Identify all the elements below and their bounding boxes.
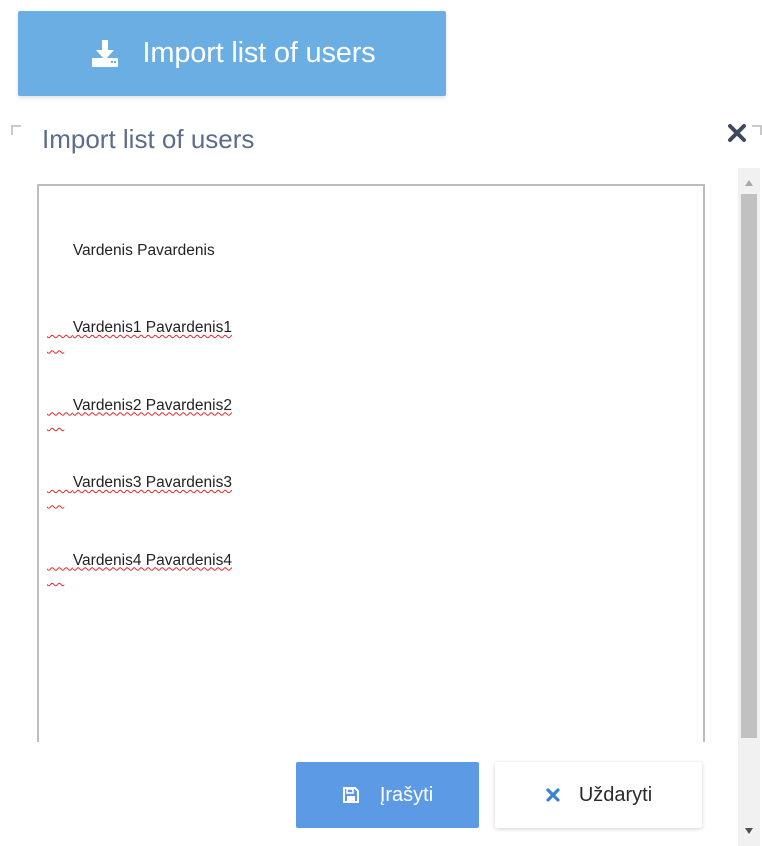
scroll-down-arrow-icon[interactable]	[738, 822, 760, 840]
textarea-line-text: Vardenis4 Pavardenis4	[72, 551, 232, 569]
textarea-line: Vardenis3 Pavardenis3	[47, 460, 695, 507]
import-button-label: Import list of users	[142, 37, 376, 69]
close-button-label: Uždaryti	[578, 783, 653, 806]
floppy-disk-icon	[342, 786, 360, 804]
save-button-label: Įrašyti	[379, 783, 434, 806]
dialog-corner-top-right	[752, 125, 762, 135]
textarea-line: Vardenis4 Pavardenis4	[47, 537, 695, 584]
close-icon	[545, 787, 561, 803]
textarea-line-text: Vardenis1 Pavardenis1	[72, 319, 232, 336]
textarea-line: Vardenis1 Pavardenis1	[47, 305, 695, 352]
close-icon[interactable]	[725, 121, 749, 145]
download-icon	[89, 38, 121, 70]
dialog-title: Import list of users	[42, 124, 255, 154]
page-root: Import list of users Import list of user…	[0, 0, 762, 846]
textarea-line-text: Vardenis3 Pavardenis3	[72, 474, 232, 491]
dialog-corner-top-left	[11, 125, 21, 135]
close-button[interactable]: Uždaryti	[495, 762, 702, 828]
textarea-line: Vardenis Pavardenis	[47, 227, 695, 274]
scroll-up-arrow-icon[interactable]	[738, 174, 760, 192]
import-list-of-users-button[interactable]: Import list of users	[18, 11, 446, 96]
textarea-line: Vardenis2 Pavardenis2	[47, 382, 695, 429]
textarea-line-text: Vardenis Pavardenis	[72, 241, 215, 259]
scrollbar-thumb[interactable]	[741, 194, 757, 738]
save-button[interactable]: Įrašyti	[296, 762, 479, 828]
vertical-scrollbar[interactable]	[738, 168, 760, 846]
textarea-line-text: Vardenis2 Pavardenis2	[72, 396, 232, 414]
users-list-textarea[interactable]: Vardenis Pavardenis Vardenis1 Pavardenis…	[37, 184, 705, 774]
